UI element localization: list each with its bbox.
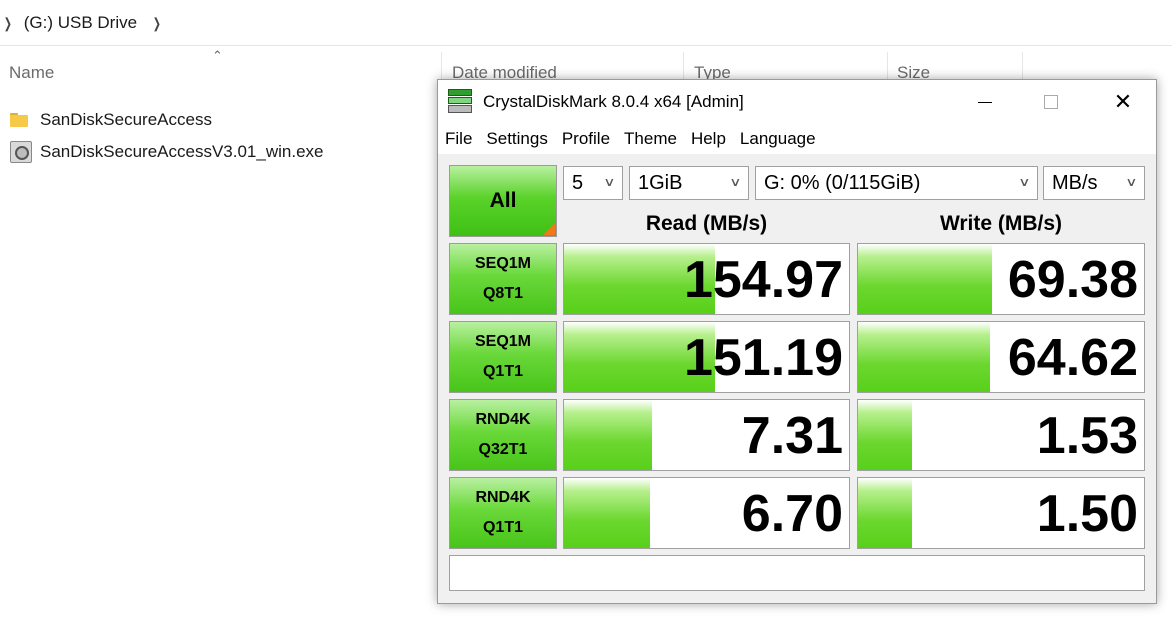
read-result: 7.31 [563,399,850,471]
breadcrumb[interactable]: ❯ (G:) USB Drive ❯ [0,0,1172,46]
read-result: 154.97 [563,243,850,315]
test-label-line1: RND4K [475,411,531,428]
read-value: 151.19 [683,329,843,387]
crystaldiskmark-window: CrystalDiskMark 8.0.4 x64 [Admin] ✕ File… [437,79,1157,604]
maximize-icon [1044,95,1058,109]
write-result: 64.62 [857,321,1145,393]
file-name: SanDiskSecureAccessV3.01_win.exe [40,142,324,161]
corner-marker-icon [543,223,555,235]
read-result: 151.19 [563,321,850,393]
test-button-1[interactable]: SEQ1M Q1T1 [449,321,557,393]
write-result: 1.50 [857,477,1145,549]
chevron-right-icon[interactable]: ❯ [4,15,12,32]
test-size-value: 1GiB [638,171,683,194]
test-label-line2: Q32T1 [478,441,528,458]
chevron-down-icon: ∨ [1125,175,1138,189]
menu-settings[interactable]: Settings [486,129,547,149]
unit-value: MB/s [1052,171,1098,194]
read-value: 6.70 [741,485,843,543]
chevron-right-icon[interactable]: ❯ [153,15,161,32]
divider [0,45,1172,46]
write-progress-bar [858,244,993,314]
test-size-select[interactable]: 1GiB ∨ [629,166,749,200]
test-label-line2: Q1T1 [482,363,523,380]
read-result: 6.70 [563,477,850,549]
drive-value: G: 0% (0/115GiB) [764,171,921,194]
file-name: SanDiskSecureAccess [40,110,212,129]
menu-theme[interactable]: Theme [624,129,677,149]
test-button-0[interactable]: SEQ1M Q8T1 [449,243,557,315]
maximize-button[interactable] [1028,80,1074,124]
write-progress-bar [858,322,990,392]
chevron-down-icon: ∨ [603,175,616,189]
drive-select[interactable]: G: 0% (0/115GiB) ∨ [755,166,1038,200]
window-title: CrystalDiskMark 8.0.4 x64 [Admin] [483,92,744,111]
test-label-line1: RND4K [475,489,531,506]
write-value: 64.62 [1007,329,1138,387]
menu-profile[interactable]: Profile [562,129,610,149]
test-label-line2: Q1T1 [482,519,523,536]
test-label-line1: SEQ1M [474,255,531,272]
benchmark-panel: All 5 ∨ 1GiB ∨ G: 0% (0/115GiB) ∨ MB/s ∨… [438,154,1156,603]
minimize-icon [978,101,992,103]
write-value: 69.38 [1007,251,1138,309]
test-button-2[interactable]: RND4K Q32T1 [449,399,557,471]
all-button-label: All [489,189,517,212]
close-icon: ✕ [1113,89,1133,114]
read-progress-bar [564,478,650,548]
write-value: 1.50 [1036,485,1138,543]
menu-help[interactable]: Help [691,129,726,149]
minimize-button[interactable] [962,80,1008,124]
write-result: 1.53 [857,399,1145,471]
test-label-line1: SEQ1M [474,333,531,350]
menu-language[interactable]: Language [740,129,816,149]
test-count-value: 5 [572,171,584,194]
read-value: 7.31 [741,407,843,465]
list-item[interactable]: SanDiskSecureAccessV3.01_win.exe [10,141,323,163]
list-item[interactable]: SanDiskSecureAccess [10,110,212,130]
breadcrumb-drive[interactable]: (G:) USB Drive [24,13,137,33]
read-header: Read (MB/s) [645,212,768,235]
chevron-down-icon: ∨ [729,175,742,189]
write-progress-bar [858,400,913,470]
folder-icon [10,113,28,127]
write-progress-bar [858,478,913,548]
sort-ascending-icon: ⌃ [212,48,223,63]
menu-bar: File Settings Profile Theme Help Languag… [438,124,1156,154]
write-value: 1.53 [1036,407,1138,465]
unit-select[interactable]: MB/s ∨ [1043,166,1145,200]
all-button[interactable]: All [449,165,557,237]
write-header: Write (MB/s) [939,212,1063,235]
test-label-line2: Q8T1 [482,285,523,302]
write-result: 69.38 [857,243,1145,315]
title-bar[interactable]: CrystalDiskMark 8.0.4 x64 [Admin] ✕ [438,80,1156,124]
exe-icon [10,141,32,163]
chevron-down-icon: ∨ [1018,175,1031,189]
read-progress-bar [564,400,653,470]
menu-file[interactable]: File [445,129,472,149]
crystaldiskmark-icon [448,89,472,113]
read-value: 154.97 [683,251,843,309]
close-button[interactable]: ✕ [1100,80,1146,124]
comment-field[interactable] [449,555,1145,591]
test-count-select[interactable]: 5 ∨ [563,166,623,200]
column-header-name[interactable]: Name [9,63,54,83]
test-button-3[interactable]: RND4K Q1T1 [449,477,557,549]
